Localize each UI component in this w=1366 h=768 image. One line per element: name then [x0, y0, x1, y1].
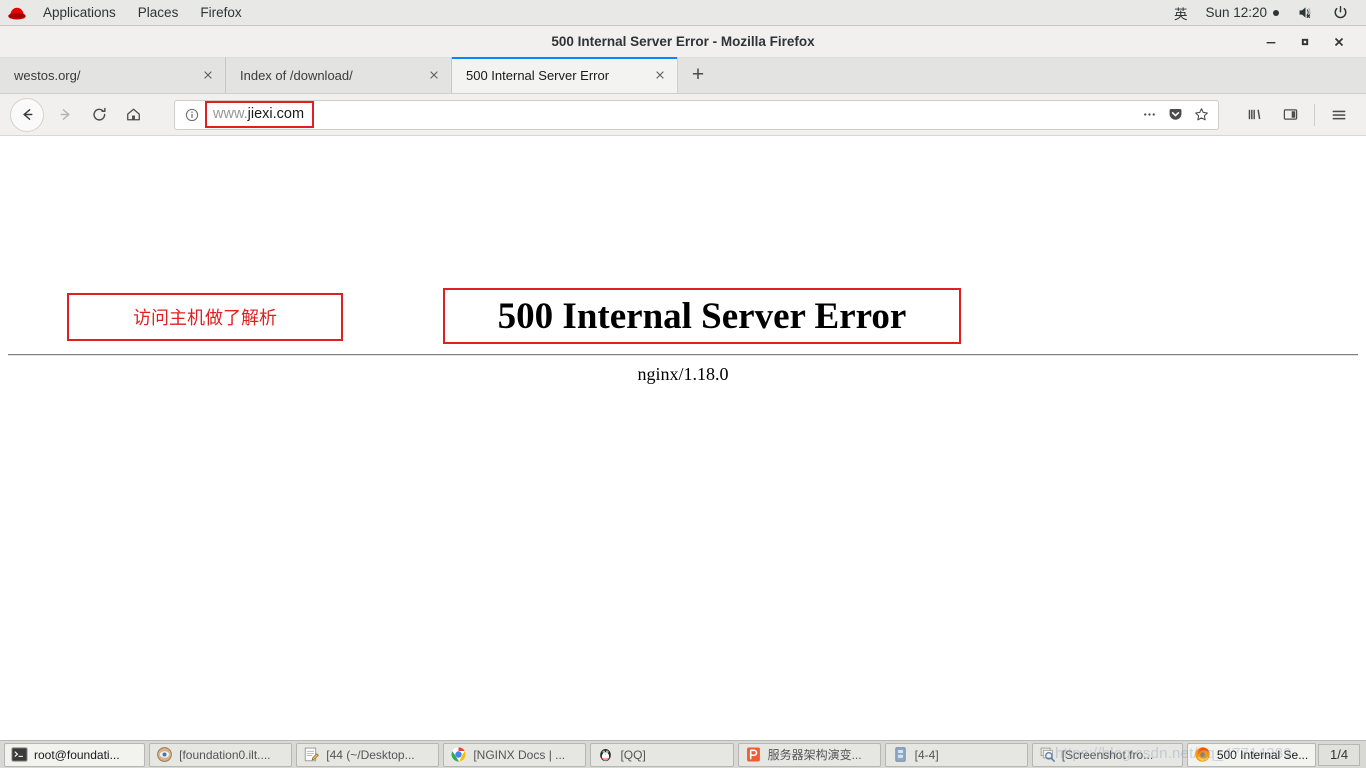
taskbar-item-label: [Screenshot fro...: [1061, 747, 1154, 762]
tab-strip: westos.org/ Index of /download/ 500 Inte…: [0, 57, 1366, 94]
taskbar-item-label: [4-4]: [914, 747, 939, 762]
error-heading-box: 500 Internal Server Error: [443, 288, 961, 344]
clock[interactable]: Sun 12:20: [1196, 0, 1288, 26]
tab-title: Index of /download/: [240, 67, 353, 83]
taskbar-item-screenshot[interactable]: [Screenshot fro...: [1031, 742, 1183, 767]
volume-muted-icon[interactable]: [1288, 0, 1323, 26]
urlbar-container: www.jiexi.com: [150, 99, 1231, 130]
url-text-annotated[interactable]: www.jiexi.com: [205, 101, 315, 128]
qq-penguin-icon: [597, 746, 614, 763]
screenshot-icon: [1039, 746, 1056, 763]
taskbar-item-chrome[interactable]: [NGINX Docs | ...: [443, 742, 587, 767]
home-button[interactable]: [116, 98, 150, 132]
gnome-menu-firefox[interactable]: Firefox: [189, 0, 252, 26]
taskbar-item-label: [NGINX Docs | ...: [473, 747, 566, 762]
minimize-button[interactable]: [1254, 26, 1288, 58]
input-method-indicator[interactable]: 英: [1165, 0, 1197, 26]
workspace-indicator[interactable]: 1/4: [1318, 743, 1361, 766]
forward-button[interactable]: [48, 98, 82, 132]
taskbar-item-wps-presentation[interactable]: 服务器架构演变...: [737, 742, 881, 767]
annotation-text: 访问主机做了解析: [133, 308, 277, 329]
gnome-topbar-right: 英 Sun 12:20: [1165, 0, 1366, 25]
toolbar-right-group: [1231, 98, 1356, 132]
taskbar-item-firefox[interactable]: 500 Internal Se...: [1186, 742, 1317, 767]
server-signature: nginx/1.18.0: [637, 364, 729, 384]
gnome-top-bar: Applications Places Firefox 英 Sun 12:20: [0, 0, 1366, 26]
tab-title: westos.org/: [14, 67, 81, 83]
ellipsis-icon[interactable]: [1136, 102, 1162, 128]
urlbar-actions: [1136, 102, 1214, 128]
navigation-toolbar: www.jiexi.com: [0, 94, 1366, 136]
taskbar-item-archive[interactable]: [4-4]: [884, 742, 1028, 767]
info-icon[interactable]: [181, 104, 203, 126]
window-controls: [1254, 26, 1366, 57]
tab-title: 500 Internal Server Error: [466, 67, 610, 83]
page-title: 500 Internal Server Error: [497, 295, 907, 337]
window-title-bar: 500 Internal Server Error - Mozilla Fire…: [0, 26, 1366, 58]
sidebar-icon[interactable]: [1273, 98, 1307, 132]
page-divider: [8, 354, 1358, 356]
pocket-icon[interactable]: [1162, 102, 1188, 128]
url-prefix: www.: [213, 106, 248, 122]
hamburger-menu-icon[interactable]: [1322, 98, 1356, 132]
maximize-button[interactable]: [1288, 26, 1322, 58]
image-viewer-icon: [156, 746, 173, 763]
address-bar[interactable]: www.jiexi.com: [174, 99, 1219, 130]
tab-close-icon[interactable]: [647, 62, 673, 88]
taskbar-item-label: 500 Internal Se...: [1216, 747, 1309, 762]
power-icon[interactable]: [1323, 0, 1358, 26]
taskbar-item-label: [foundation0.ilt....: [179, 747, 271, 762]
reload-button[interactable]: [82, 98, 116, 132]
window-title: 500 Internal Server Error - Mozilla Fire…: [551, 34, 815, 49]
back-button[interactable]: [10, 97, 44, 132]
annotation-box: 访问主机做了解析: [67, 293, 343, 341]
taskbar-item-qq[interactable]: [QQ]: [590, 742, 734, 767]
url-domain: jiexi.com: [247, 106, 305, 122]
taskbar-item-label: [QQ]: [620, 747, 646, 762]
text-editor-icon: [303, 746, 320, 763]
chrome-icon: [450, 746, 467, 763]
taskbar-item-text-editor[interactable]: [44 (~/Desktop...: [296, 742, 440, 767]
taskbar: root@foundati... [foundation0.ilt.... [4…: [0, 740, 1366, 768]
tab-close-icon[interactable]: [421, 62, 447, 88]
browser-tab-1[interactable]: Index of /download/: [226, 57, 452, 93]
firefox-window: 500 Internal Server Error - Mozilla Fire…: [0, 26, 1366, 740]
taskbar-item-terminal[interactable]: root@foundati...: [4, 742, 146, 767]
new-tab-button[interactable]: +: [678, 57, 718, 93]
red-hat-logo-icon: [6, 2, 28, 24]
taskbar-item-label: 服务器架构演变...: [767, 748, 862, 762]
page-content: 访问主机做了解析 500 Internal Server Error nginx…: [0, 136, 1366, 740]
taskbar-item-label: [44 (~/Desktop...: [326, 747, 415, 762]
notification-dot-icon: [1273, 9, 1279, 16]
terminal-icon: [11, 746, 28, 763]
gnome-menu-places[interactable]: Places: [127, 0, 190, 26]
tab-close-icon[interactable]: [195, 62, 221, 88]
gnome-menu-applications[interactable]: Applications: [32, 0, 127, 26]
library-icon[interactable]: [1237, 98, 1271, 132]
taskbar-item-label: root@foundati...: [34, 747, 120, 762]
taskbar-item-image-viewer[interactable]: [foundation0.ilt....: [149, 742, 293, 767]
toolbar-separator: [1314, 103, 1315, 126]
browser-tab-2[interactable]: 500 Internal Server Error: [452, 57, 678, 93]
wps-presentation-icon: [745, 746, 762, 763]
clock-label: Sun 12:20: [1205, 5, 1267, 20]
close-button[interactable]: [1322, 26, 1356, 58]
gnome-topbar-left: Applications Places Firefox: [0, 0, 253, 25]
star-icon[interactable]: [1188, 102, 1214, 128]
firefox-icon: [1194, 746, 1211, 763]
browser-tab-0[interactable]: westos.org/: [0, 57, 226, 93]
archive-icon: [892, 746, 909, 763]
